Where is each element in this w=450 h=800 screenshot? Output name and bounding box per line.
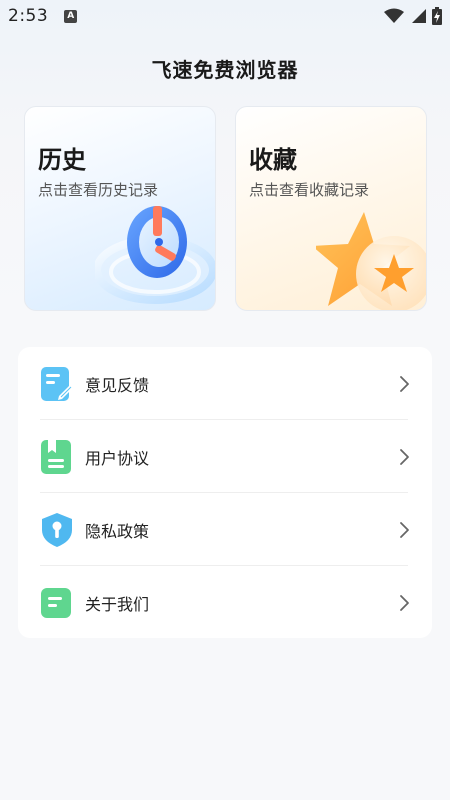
history-card-subtitle: 点击查看历史记录 xyxy=(38,181,159,199)
settings-menu: 意见反馈 用户协议 隐私政策 关于我们 xyxy=(18,347,432,638)
history-card[interactable]: 历史 点击查看历史记录 xyxy=(24,106,216,311)
star-icon xyxy=(316,212,426,310)
menu-item-about-us[interactable]: 关于我们 xyxy=(18,566,432,639)
menu-item-user-agreement[interactable]: 用户协议 xyxy=(18,420,432,493)
status-left: 2:53 A xyxy=(8,6,78,26)
status-time: 2:53 xyxy=(8,6,49,26)
menu-item-privacy-policy[interactable]: 隐私政策 xyxy=(18,493,432,566)
history-clock-icon xyxy=(95,206,215,304)
menu-item-feedback[interactable]: 意见反馈 xyxy=(18,347,432,420)
menu-item-label-about-us: 关于我们 xyxy=(85,594,150,614)
screen: 2:53 A 飞速免费浏览器 历史 点击查看历史记录 收藏 点击查看收藏记录 意… xyxy=(0,0,450,800)
notification-a-icon: A xyxy=(64,9,78,23)
favorites-card-subtitle: 点击查看收藏记录 xyxy=(249,181,370,199)
history-card-title: 历史 xyxy=(38,146,86,174)
favorites-card-title: 收藏 xyxy=(249,146,297,174)
wifi-icon xyxy=(384,8,404,23)
menu-item-label-privacy-policy: 隐私政策 xyxy=(85,521,150,541)
chevron-right-icon xyxy=(400,375,409,392)
page-title: 飞速免费浏览器 xyxy=(151,58,299,82)
chevron-right-icon xyxy=(400,448,409,465)
favorites-card[interactable]: 收藏 点击查看收藏记录 xyxy=(235,106,427,311)
status-right xyxy=(384,7,442,25)
feedback-edit-icon xyxy=(41,366,73,402)
menu-item-label-user-agreement: 用户协议 xyxy=(85,448,150,468)
battery-charging-icon xyxy=(432,7,442,25)
status-bar: 2:53 A xyxy=(0,0,450,32)
menu-item-label-feedback: 意见反馈 xyxy=(85,375,150,395)
chevron-right-icon xyxy=(400,521,409,538)
cellular-signal-icon xyxy=(412,9,426,23)
shield-key-icon xyxy=(41,512,73,548)
document-bookmark-icon xyxy=(41,439,73,475)
message-lines-icon xyxy=(41,585,73,621)
chevron-right-icon xyxy=(400,594,409,611)
